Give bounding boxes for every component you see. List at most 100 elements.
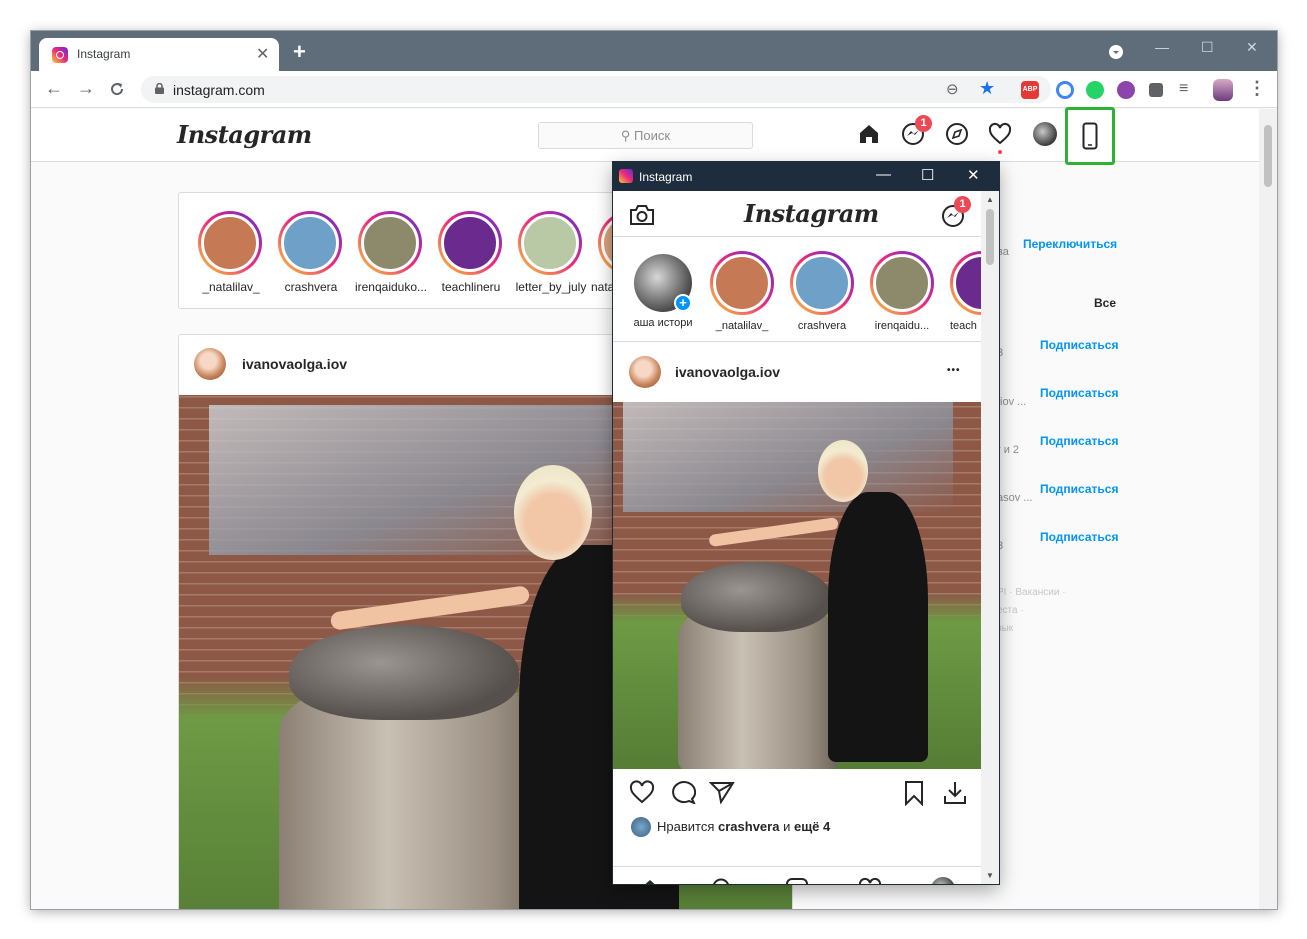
scroll-down-arrow-icon[interactable]: ▼: [986, 871, 994, 880]
home-icon[interactable]: [638, 877, 662, 884]
story-username: аша истори: [633, 317, 693, 329]
liker-avatar[interactable]: [631, 817, 651, 837]
story-item[interactable]: crashvera: [790, 251, 854, 332]
story-item[interactable]: _natalilav_: [710, 251, 774, 332]
popup-minimize-button[interactable]: —: [876, 166, 891, 183]
popup-titlebar[interactable]: Instagram — ☐ ✕: [613, 162, 999, 191]
new-tab-button[interactable]: +: [293, 39, 306, 65]
profile-avatar[interactable]: [1033, 122, 1057, 146]
profile-menu-icon[interactable]: [1109, 45, 1123, 59]
profile-avatar[interactable]: [931, 877, 955, 884]
extension-purple-icon[interactable]: [1117, 81, 1135, 99]
story-item[interactable]: crashvera: [278, 211, 344, 294]
address-bar[interactable]: instagram.com ⊖ ★: [141, 76, 1051, 103]
search-icon[interactable]: [711, 877, 735, 884]
scrollbar-thumb[interactable]: [1264, 125, 1272, 187]
search-input[interactable]: ⚲ Поиск: [538, 122, 753, 149]
footer-links[interactable]: еста ·: [997, 605, 1024, 616]
extension-ring-icon[interactable]: [1056, 81, 1074, 99]
browser-menu-icon[interactable]: ⋮: [1248, 78, 1266, 98]
post-author-username[interactable]: ivanovaolga.iov: [242, 356, 347, 372]
tab-instagram[interactable]: Instagram ✕: [39, 38, 279, 71]
back-arrow-icon[interactable]: ←: [45, 78, 63, 99]
switch-account-link[interactable]: Переключиться: [1023, 237, 1117, 251]
tab-close-icon[interactable]: ✕: [256, 44, 269, 64]
likes-prefix: Нравится: [657, 819, 715, 834]
new-post-plus-icon[interactable]: [785, 877, 809, 884]
window-maximize-button[interactable]: ☐: [1201, 39, 1214, 56]
your-story-avatar: +: [634, 254, 692, 312]
scrollbar-thumb[interactable]: [986, 209, 994, 265]
popup-close-button[interactable]: ✕: [967, 166, 980, 184]
mobile-bottom-nav: [613, 866, 981, 884]
post-photo[interactable]: [613, 402, 981, 769]
story-item[interactable]: teach: [950, 251, 981, 332]
story-avatar: [793, 254, 851, 312]
forward-arrow-icon[interactable]: →: [77, 78, 95, 99]
sidebar-partial-text: asov ...: [997, 492, 1033, 504]
likes-text[interactable]: Нравится crashvera и ещё 4: [657, 819, 830, 834]
extensions-puzzle-icon[interactable]: [1149, 83, 1163, 97]
messages-badge: 1: [954, 196, 971, 213]
whatsapp-icon[interactable]: [1086, 81, 1104, 99]
post-more-options-icon[interactable]: •••: [947, 365, 961, 376]
add-story-icon[interactable]: +: [674, 294, 692, 312]
footer-language[interactable]: зык: [997, 623, 1013, 634]
follow-button[interactable]: Подписаться: [1040, 482, 1118, 496]
story-item[interactable]: irenqaidu...: [870, 251, 934, 332]
save-bookmark-icon[interactable]: [903, 780, 925, 806]
story-item[interactable]: letter_by_july: [516, 211, 586, 294]
popup-title: Instagram: [639, 170, 693, 184]
scroll-up-arrow-icon[interactable]: ▲: [986, 195, 994, 204]
post-author-avatar[interactable]: [194, 348, 226, 380]
story-item[interactable]: irenqaiduko...: [355, 211, 427, 294]
follow-button[interactable]: Подписаться: [1040, 530, 1118, 544]
bookmark-star-icon[interactable]: ★: [979, 78, 995, 99]
likes-others[interactable]: ещё 4: [794, 819, 830, 834]
story-item[interactable]: teachlineru: [438, 211, 504, 294]
search-placeholder: Поиск: [634, 128, 671, 143]
instagram-logo[interactable]: Instagram: [744, 199, 879, 228]
activity-dot: [998, 150, 1002, 154]
instagram-logo[interactable]: Instagram: [177, 120, 312, 149]
post-author-username[interactable]: ivanovaolga.iov: [675, 364, 780, 380]
your-story-item[interactable]: + аша истори: [631, 251, 695, 329]
tab-title: Instagram: [77, 47, 131, 61]
zoom-icon[interactable]: ⊖: [946, 80, 959, 98]
explore-compass-icon[interactable]: [945, 122, 969, 146]
window-close-button[interactable]: ✕: [1246, 39, 1258, 56]
story-username: crashvera: [797, 320, 847, 332]
follow-button[interactable]: Подписаться: [1040, 386, 1118, 400]
window-minimize-button[interactable]: —: [1155, 39, 1169, 55]
post-author-avatar[interactable]: [629, 356, 661, 388]
comment-icon[interactable]: [670, 780, 696, 804]
mobile-view-button[interactable]: [1065, 107, 1115, 165]
camera-icon[interactable]: [629, 203, 655, 227]
download-icon[interactable]: [942, 780, 968, 806]
search-icon: ⚲: [620, 128, 635, 143]
popup-scrollbar[interactable]: ▼ ▲: [981, 191, 999, 884]
lock-icon: [155, 83, 164, 94]
profile-avatar[interactable]: [1213, 79, 1233, 101]
mobile-instagram-view: Instagram 1 + аша истори _natalilav_ cra…: [613, 191, 981, 884]
follow-button[interactable]: Подписаться: [1040, 434, 1118, 448]
like-heart-icon[interactable]: [629, 780, 655, 804]
popup-maximize-button[interactable]: ☐: [921, 166, 934, 184]
story-item[interactable]: _natalilav_: [198, 211, 264, 294]
reload-icon[interactable]: [109, 81, 125, 97]
adblock-icon[interactable]: ABP: [1021, 81, 1039, 99]
footer-links[interactable]: PI · Вакансии ·: [997, 587, 1066, 598]
activity-heart-icon[interactable]: [858, 877, 882, 884]
activity-heart-icon[interactable]: [988, 122, 1012, 146]
see-all-link[interactable]: Все: [1094, 296, 1116, 310]
story-username: irenqaidu...: [874, 320, 930, 332]
follow-button[interactable]: Подписаться: [1040, 338, 1118, 352]
story-username: irenqaiduko...: [354, 280, 428, 294]
home-icon[interactable]: [857, 122, 881, 146]
share-send-icon[interactable]: [709, 780, 735, 804]
story-username: teach: [950, 320, 977, 332]
media-control-icon[interactable]: ≡: [1179, 80, 1199, 98]
likes-user[interactable]: crashvera: [718, 819, 779, 834]
story-avatar: [201, 214, 259, 272]
page-scrollbar[interactable]: [1259, 109, 1277, 909]
